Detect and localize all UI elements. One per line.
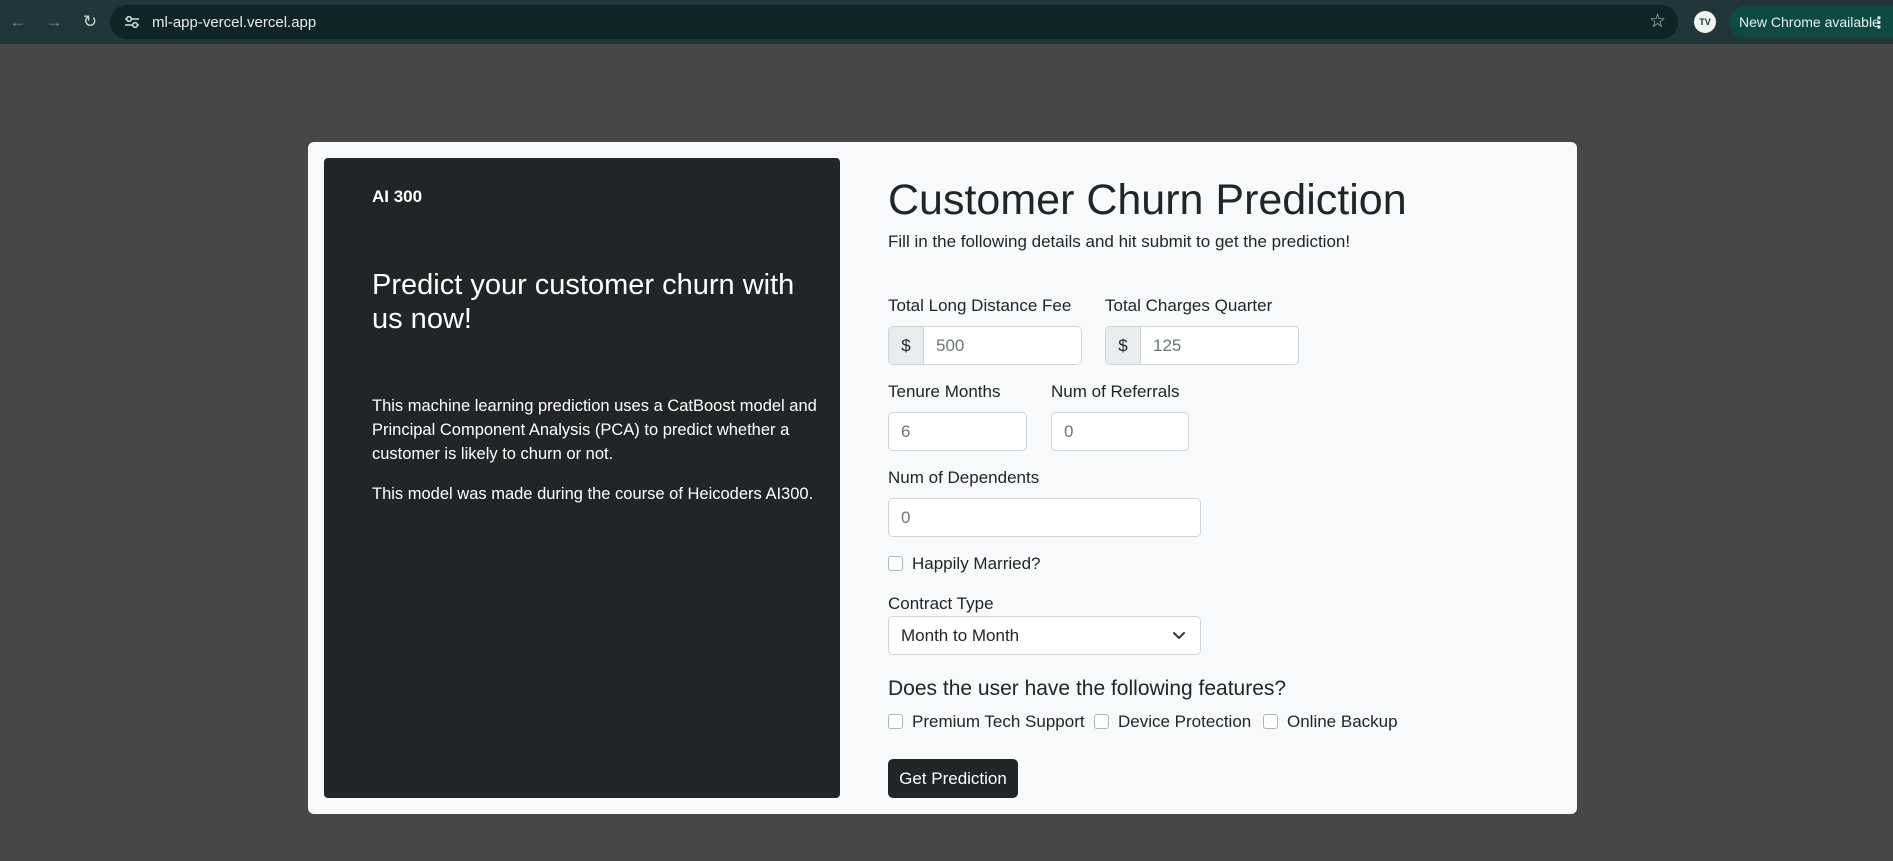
features-heading: Does the user have the following feature… <box>888 677 1287 700</box>
reload-icon: ↻ <box>82 12 98 31</box>
reload-button[interactable]: ↻ <box>72 0 108 44</box>
referrals-input[interactable] <box>1052 413 1188 450</box>
dollar-prefix: $ <box>889 327 924 364</box>
contract-label: Contract Type <box>888 594 994 613</box>
charges-quarter-label: Total Charges Quarter <box>1105 296 1273 315</box>
address-bar[interactable]: ml-app-vercel.vercel.app ☆ <box>110 5 1678 39</box>
prediction-form: Customer Churn Prediction Fill in the fo… <box>888 142 1568 814</box>
site-settings-icon[interactable] <box>115 15 149 29</box>
tenure-input[interactable] <box>889 413 1026 450</box>
married-label[interactable]: Happily Married? <box>912 554 1041 574</box>
device-protection-label[interactable]: Device Protection <box>1118 712 1251 732</box>
tech-support-label[interactable]: Premium Tech Support <box>912 712 1085 732</box>
charges-quarter-input[interactable] <box>1141 327 1298 364</box>
chevron-down-icon <box>1173 632 1185 639</box>
dollar-prefix: $ <box>1106 327 1141 364</box>
hero-headline: Predict your customer churn with us now! <box>372 269 795 335</box>
update-label: New Chrome available <box>1739 14 1880 30</box>
page-title: Customer Churn Prediction <box>888 176 1407 224</box>
long-distance-group: $ <box>888 326 1082 365</box>
forward-arrow-icon: → <box>45 12 63 31</box>
main-card: AI 300 Predict your customer churn with … <box>308 142 1577 814</box>
referrals-label: Num of Referrals <box>1051 382 1180 401</box>
browser-toolbar: ← → ↻ ml-app-vercel.vercel.app ☆ TV New … <box>0 0 1893 44</box>
tenure-label: Tenure Months <box>888 382 1001 401</box>
more-menu-icon[interactable]: ⋮ <box>1871 13 1887 33</box>
contract-selected-value: Month to Month <box>901 625 1020 645</box>
model-description: This machine learning prediction uses a … <box>372 397 817 463</box>
back-arrow-icon: ← <box>9 12 27 31</box>
dependents-group <box>888 498 1201 537</box>
online-backup-label[interactable]: Online Backup <box>1287 712 1398 732</box>
profile-avatar[interactable]: TV <box>1694 11 1716 33</box>
charges-quarter-group: $ <box>1105 326 1299 365</box>
long-distance-input[interactable] <box>924 327 1081 364</box>
info-panel: AI 300 Predict your customer churn with … <box>324 158 840 798</box>
long-distance-label: Total Long Distance Fee <box>888 296 1072 315</box>
chrome-update-button[interactable]: New Chrome available ⋮ <box>1729 6 1893 38</box>
forward-button[interactable]: → <box>36 0 72 44</box>
referrals-group <box>1051 412 1189 451</box>
contract-select[interactable]: Month to Month <box>888 616 1201 655</box>
tech-support-checkbox[interactable] <box>888 714 903 729</box>
tenure-group <box>888 412 1027 451</box>
course-note: This model was made during the course of… <box>372 485 814 503</box>
bookmark-star-icon[interactable]: ☆ <box>1649 10 1666 33</box>
back-button[interactable]: ← <box>0 0 36 44</box>
online-backup-checkbox[interactable] <box>1263 714 1278 729</box>
get-prediction-button[interactable]: Get Prediction <box>888 759 1018 798</box>
device-protection-checkbox[interactable] <box>1094 714 1109 729</box>
brand-label: AI 300 <box>372 187 423 206</box>
page-subtitle: Fill in the following details and hit su… <box>888 232 1351 251</box>
married-checkbox[interactable] <box>888 556 903 571</box>
url-text[interactable]: ml-app-vercel.vercel.app <box>152 14 316 31</box>
dependents-input[interactable] <box>889 499 1200 536</box>
dependents-label: Num of Dependents <box>888 468 1040 487</box>
